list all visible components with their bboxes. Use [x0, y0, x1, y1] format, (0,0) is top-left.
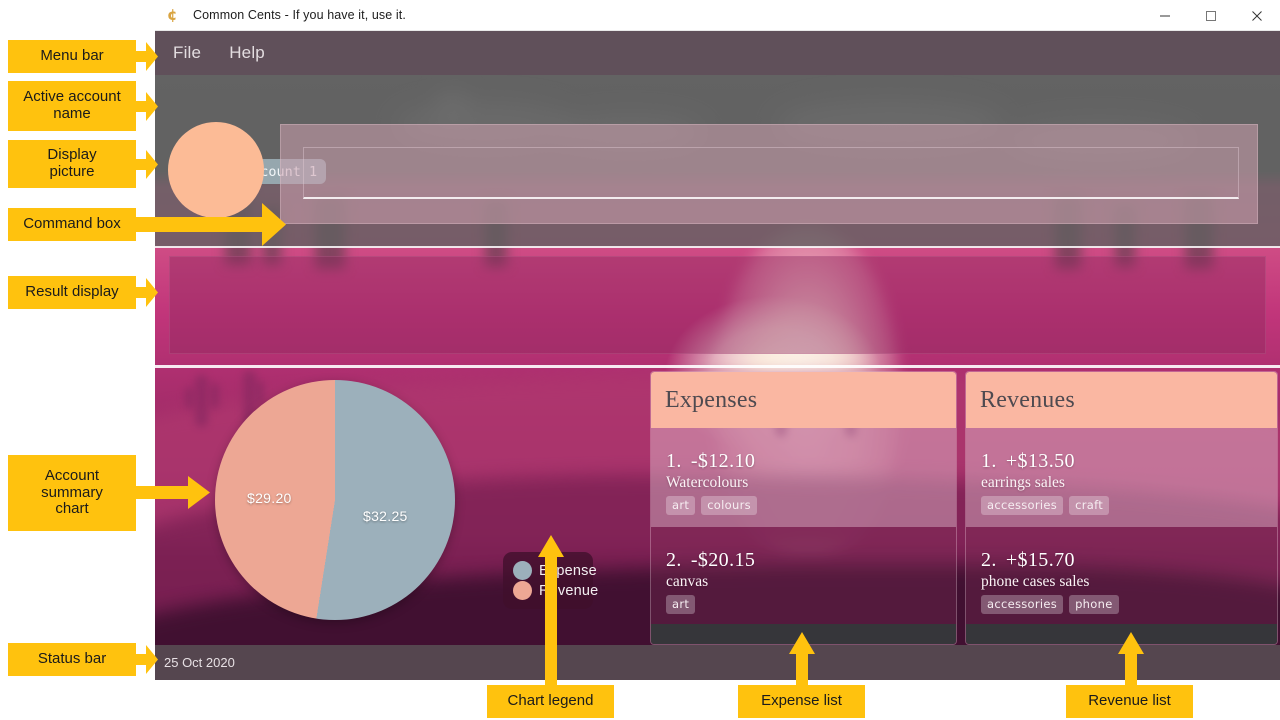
- annotation-command-box: Command box: [8, 208, 136, 241]
- application-body: Default account 1 $29.20 $32.25: [155, 75, 1280, 645]
- status-bar-text: 25 Oct 2020: [164, 655, 235, 670]
- revenue-amount-2: 2. +$15.70: [981, 549, 1277, 572]
- tag: art: [666, 595, 696, 614]
- annotation-account-summary-chart: Account summary chart: [8, 455, 136, 531]
- expense-tags-2: art: [666, 595, 956, 614]
- annotation-active-account-name: Active account name: [8, 81, 136, 131]
- expense-amount-2: 2. -$20.15: [666, 549, 956, 572]
- divider-bottom: [155, 365, 1280, 368]
- revenue-amount-1: 1. +$13.50: [981, 450, 1277, 473]
- legend-swatch-revenue: [513, 581, 532, 600]
- expense-list-header: Expenses: [651, 372, 956, 428]
- account-summary-chart: $29.20 $32.25: [215, 380, 455, 620]
- tag: accessories: [981, 595, 1064, 614]
- expense-description-2: canvas: [666, 573, 709, 590]
- expense-list-title: Expenses: [665, 386, 758, 413]
- pie-label-expense: $32.25: [363, 508, 408, 524]
- result-display: [169, 256, 1266, 354]
- annotation-arrow-revenue-list: [1118, 632, 1144, 688]
- application-window: ¢ Common Cents - If you have it, use it.…: [155, 0, 1280, 680]
- maximize-icon[interactable]: [1188, 0, 1234, 31]
- revenue-description-2: phone cases sales: [981, 573, 1090, 590]
- window-controls: [1142, 0, 1280, 31]
- expense-value-1: -$12.10: [690, 450, 756, 472]
- expense-list: Expenses 1. -$12.10 Watercolours art colo…: [650, 371, 957, 645]
- revenue-index-2: 2.: [981, 549, 997, 571]
- revenue-index-1: 1.: [981, 450, 997, 472]
- annotation-arrow-expense-list: [789, 632, 815, 688]
- status-bar: 25 Oct 2020: [155, 645, 1280, 680]
- pie-label-revenue: $29.20: [247, 490, 292, 506]
- expense-tags-1: art colours: [666, 496, 956, 515]
- command-box[interactable]: [280, 124, 1258, 224]
- revenue-list-title: Revenues: [980, 386, 1075, 413]
- expense-amount-1: 1. -$12.10: [666, 450, 956, 473]
- annotation-result-display: Result display: [8, 276, 136, 309]
- list-item[interactable]: 2. +$15.70 phone cases sales accessories …: [966, 527, 1277, 626]
- annotation-arrow-result-display: [134, 278, 158, 307]
- legend-swatch-expense: [513, 561, 532, 580]
- expense-index-1: 1.: [666, 450, 682, 472]
- annotation-expense-list: Expense list: [738, 685, 865, 718]
- cent-currency-icon: ¢: [167, 6, 178, 24]
- revenue-tags-2: accessories phone: [981, 595, 1277, 614]
- command-input-frame: [303, 147, 1239, 199]
- annotation-menu-bar: Menu bar: [8, 40, 136, 73]
- annotation-arrow-display-picture: [134, 150, 158, 179]
- menu-item-help[interactable]: Help: [229, 43, 265, 63]
- annotation-chart-legend: Chart legend: [487, 685, 614, 718]
- list-item[interactable]: 2. -$20.15 canvas art: [651, 527, 956, 626]
- tag: colours: [701, 496, 757, 515]
- revenue-list-header: Revenues: [966, 372, 1277, 428]
- divider-top: [155, 246, 1280, 248]
- menu-bar: File Help: [155, 31, 1280, 75]
- revenue-value-2: +$15.70: [1005, 549, 1075, 571]
- list-item[interactable]: 1. -$12.10 Watercolours art colours: [651, 428, 956, 527]
- tag: phone: [1069, 595, 1119, 614]
- list-item[interactable]: 1. +$13.50 earrings sales accessories cra…: [966, 428, 1277, 527]
- lower-section: $29.20 $32.25 Expense Revenue Expenses 1…: [155, 370, 1280, 645]
- revenue-value-1: +$13.50: [1005, 450, 1075, 472]
- expense-list-body: 1. -$12.10 Watercolours art colours 2. -$2…: [651, 428, 956, 644]
- minimize-icon[interactable]: [1142, 0, 1188, 31]
- revenue-tags-1: accessories craft: [981, 496, 1277, 515]
- annotation-revenue-list: Revenue list: [1066, 685, 1193, 718]
- command-input[interactable]: [304, 148, 1238, 197]
- annotation-arrow-active-account: [134, 92, 158, 121]
- annotation-arrow-command-box: [134, 203, 286, 246]
- annotation-arrow-menu-bar: [134, 42, 158, 71]
- window-title: Common Cents - If you have it, use it.: [193, 8, 406, 22]
- revenue-description-1: earrings sales: [981, 474, 1065, 491]
- annotation-arrow-chart-legend: [538, 535, 564, 687]
- revenue-list-body: 1. +$13.50 earrings sales accessories cra…: [966, 428, 1277, 644]
- result-text: [170, 257, 1265, 277]
- title-bar: ¢ Common Cents - If you have it, use it.: [155, 0, 1280, 31]
- annotation-status-bar: Status bar: [8, 643, 136, 676]
- tag: art: [666, 496, 696, 515]
- tag: accessories: [981, 496, 1064, 515]
- annotation-display-picture: Display picture: [8, 140, 136, 188]
- menu-item-file[interactable]: File: [173, 43, 201, 63]
- annotation-arrow-status-bar: [134, 645, 158, 674]
- expense-value-2: -$20.15: [690, 549, 756, 571]
- screenshot-root: ¢ Common Cents - If you have it, use it.…: [0, 0, 1280, 720]
- revenue-list: Revenues 1. +$13.50 earrings sales access…: [965, 371, 1278, 645]
- expense-description-1: Watercolours: [666, 474, 749, 491]
- tag: craft: [1069, 496, 1110, 515]
- expense-index-2: 2.: [666, 549, 682, 571]
- close-icon[interactable]: [1234, 0, 1280, 31]
- annotation-arrow-account-summary-chart: [134, 476, 210, 509]
